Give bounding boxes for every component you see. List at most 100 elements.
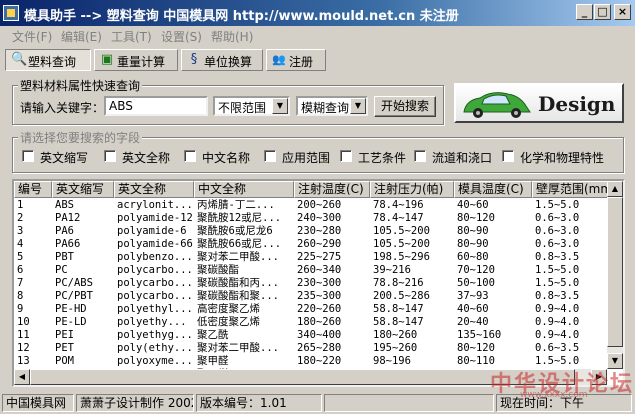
table-cell: 80~120 bbox=[457, 342, 495, 354]
table-row[interactable]: 8 PC/PBT polycarbo... 聚碳酸酯和聚... 235~300 200.5… bbox=[14, 290, 614, 303]
table-cell: 6 bbox=[17, 264, 24, 276]
quick-search-title: 塑料材料属性快速查询 bbox=[18, 77, 143, 94]
table-cell: PEI bbox=[55, 329, 74, 341]
table-cell: 7 bbox=[17, 277, 24, 289]
keyword-input[interactable]: ABS bbox=[104, 96, 208, 116]
column-header[interactable]: 编号 bbox=[14, 181, 52, 198]
title-bar[interactable]: 模具助手 --> 塑料查询 中国模具网 http://www.mould.net… bbox=[0, 0, 635, 26]
table-cell: 265~280 bbox=[297, 342, 342, 354]
status-empty bbox=[324, 394, 494, 412]
table-row[interactable]: 11 PEI polyethyg... 聚乙酰 340~400 180~260 135~16… bbox=[14, 329, 614, 342]
column-header[interactable]: 注射压力(帕) bbox=[370, 181, 454, 198]
column-header[interactable]: 模具温度(C) bbox=[454, 181, 532, 198]
table-cell: 340~400 bbox=[297, 329, 342, 341]
car-icon bbox=[463, 92, 531, 118]
checkbox-label: 英文缩写 bbox=[40, 151, 89, 165]
table-cell: 105.5~200 bbox=[373, 238, 430, 250]
table-cell: 260~340 bbox=[297, 264, 342, 276]
menu-edit[interactable]: 编辑(E) bbox=[61, 28, 102, 45]
start-search-button[interactable]: 开始搜索 bbox=[374, 96, 436, 117]
table-cell: 198.5~296 bbox=[373, 251, 430, 263]
table-cell: 20~40 bbox=[457, 316, 489, 328]
table-row[interactable]: 3 PA6 polyamide-6 聚酰胺6或尼龙6 230~280 105.5~200 8… bbox=[14, 225, 614, 238]
menu-settings[interactable]: 设置(S) bbox=[161, 28, 202, 45]
mode-select[interactable]: 模糊查询 ▼ bbox=[296, 96, 368, 116]
checkbox-box[interactable] bbox=[184, 150, 196, 162]
table-cell: 240~300 bbox=[297, 212, 342, 224]
table-cell: 180~260 bbox=[373, 329, 418, 341]
tab-weight-calc[interactable]: ▣ 重量计算 bbox=[94, 49, 178, 71]
checkbox-box[interactable] bbox=[22, 150, 34, 162]
table-cell: 200.5~286 bbox=[373, 290, 430, 302]
table-cell: 235~300 bbox=[297, 290, 342, 302]
tab-register[interactable]: 👥 注册 bbox=[266, 49, 326, 71]
table-cell: 1.5~5.0 bbox=[535, 199, 580, 211]
table-cell: acrylonit... bbox=[117, 199, 193, 211]
field-select-title: 请选择您要搜索的字段 bbox=[18, 129, 143, 146]
table-cell: polycarbo... bbox=[117, 277, 193, 289]
table-row[interactable]: 5 PBT polybenzo... 聚对苯二甲酸... 225~275 198.5~29… bbox=[14, 251, 614, 264]
table-row[interactable]: 2 PA12 polyamide-12 聚酰胺12或尼... 240~300 78.4~1… bbox=[14, 212, 614, 225]
menu-tools[interactable]: 工具(T) bbox=[111, 28, 152, 45]
table-cell: 13 bbox=[17, 355, 30, 367]
close-button[interactable]: × bbox=[614, 4, 631, 20]
table-cell: 39~216 bbox=[373, 264, 411, 276]
table-row[interactable]: 1 ABS acrylonit... 丙烯腈-丁二... 200~260 78.4~196… bbox=[14, 199, 614, 212]
table-cell: polybenzo... bbox=[117, 251, 193, 263]
results-table[interactable]: 编号 英文缩写 英文全称 中文全称 注射温度(C) 注射压力(帕) 模具温度(C) 壁厚范围(… bbox=[12, 179, 625, 387]
table-cell: 105.5~200 bbox=[373, 225, 430, 237]
table-cell: polyamide-66 bbox=[117, 238, 193, 250]
table-cell: polyamide-12 bbox=[117, 212, 193, 224]
table-row[interactable]: 12 PET poly(ethy... 聚对苯二甲酸... 265~280 195~260… bbox=[14, 342, 614, 355]
checkbox-box[interactable] bbox=[502, 150, 514, 162]
checkbox-box[interactable] bbox=[414, 150, 426, 162]
table-cell: PA6 bbox=[55, 225, 74, 237]
table-cell: 260~290 bbox=[297, 238, 342, 250]
menu-help[interactable]: 帮助(H) bbox=[211, 28, 253, 45]
table-cell: 58.8~147 bbox=[373, 303, 424, 315]
table-cell: 0.6~3.0 bbox=[535, 212, 580, 224]
maximize-button[interactable]: □ bbox=[594, 4, 611, 20]
table-row[interactable]: 4 PA66 polyamide-66 聚酰胺66或尼... 260~290 105.5~… bbox=[14, 238, 614, 251]
tab-unit-convert[interactable]: § 单位换算 bbox=[181, 49, 263, 71]
status-author: 萧萧子设计制作 2002 bbox=[76, 394, 194, 412]
checkbox-box[interactable] bbox=[104, 150, 116, 162]
range-select[interactable]: 不限范围 ▼ bbox=[213, 96, 290, 116]
table-row[interactable]: 7 PC/ABS polycarbo... 聚碳酸酯和丙... 230~300 78.8~… bbox=[14, 277, 614, 290]
table-cell: poly(ethy... bbox=[117, 342, 193, 354]
table-row[interactable]: 10 PE-LD polyethy... 低密度聚乙烯 180~260 58.8~147 2… bbox=[14, 316, 614, 329]
column-header[interactable]: 中文全称 bbox=[194, 181, 294, 198]
checkbox-box[interactable] bbox=[264, 150, 276, 162]
scroll-thumb[interactable] bbox=[607, 197, 623, 347]
table-cell: 0.6~3.0 bbox=[535, 225, 580, 237]
scroll-up-icon[interactable]: ▲ bbox=[607, 181, 623, 197]
chevron-down-icon[interactable]: ▼ bbox=[272, 98, 288, 114]
table-cell: PET bbox=[55, 342, 74, 354]
table-row[interactable]: 6 PC polycarbo... 聚碳酸酯 260~340 39~216 70~120 1.… bbox=[14, 264, 614, 277]
table-cell: 2 bbox=[17, 212, 24, 224]
table-cell: 1.5~5.0 bbox=[535, 277, 580, 289]
minimize-button[interactable]: _ bbox=[576, 4, 593, 20]
column-header[interactable]: 壁厚范围(mm) bbox=[532, 181, 614, 198]
table-cell: ABS bbox=[55, 199, 74, 211]
table-cell: 135~160 bbox=[457, 329, 502, 341]
column-header[interactable]: 英文全称 bbox=[114, 181, 194, 198]
table-row[interactable]: 9 PE-HD polyethyl... 高密度聚乙烯 220~260 58.8~147 4… bbox=[14, 303, 614, 316]
banner-text: Design bbox=[538, 92, 616, 116]
table-cell: 37~93 bbox=[457, 290, 489, 302]
status-version: 版本编号：1.01 bbox=[196, 394, 322, 412]
app-icon[interactable] bbox=[3, 5, 19, 21]
column-header[interactable]: 注射温度(C) bbox=[294, 181, 370, 198]
menu-file[interactable]: 文件(F) bbox=[12, 28, 52, 45]
status-site: 中国模具网 bbox=[2, 394, 74, 412]
scroll-left-icon[interactable]: ◀ bbox=[14, 369, 30, 385]
tab-plastic-query[interactable]: 🔍 塑料查询 bbox=[5, 49, 91, 71]
table-cell: PA12 bbox=[55, 212, 81, 224]
chevron-down-icon[interactable]: ▼ bbox=[350, 98, 366, 114]
checkbox-box[interactable] bbox=[340, 150, 352, 162]
table-cell: 98~196 bbox=[373, 355, 411, 367]
table-cell: 聚对苯二甲酸... bbox=[197, 251, 279, 263]
table-cell: polycarbo... bbox=[117, 264, 193, 276]
vertical-scrollbar[interactable]: ▲ ▼ bbox=[607, 181, 623, 369]
column-header[interactable]: 英文缩写 bbox=[52, 181, 114, 198]
